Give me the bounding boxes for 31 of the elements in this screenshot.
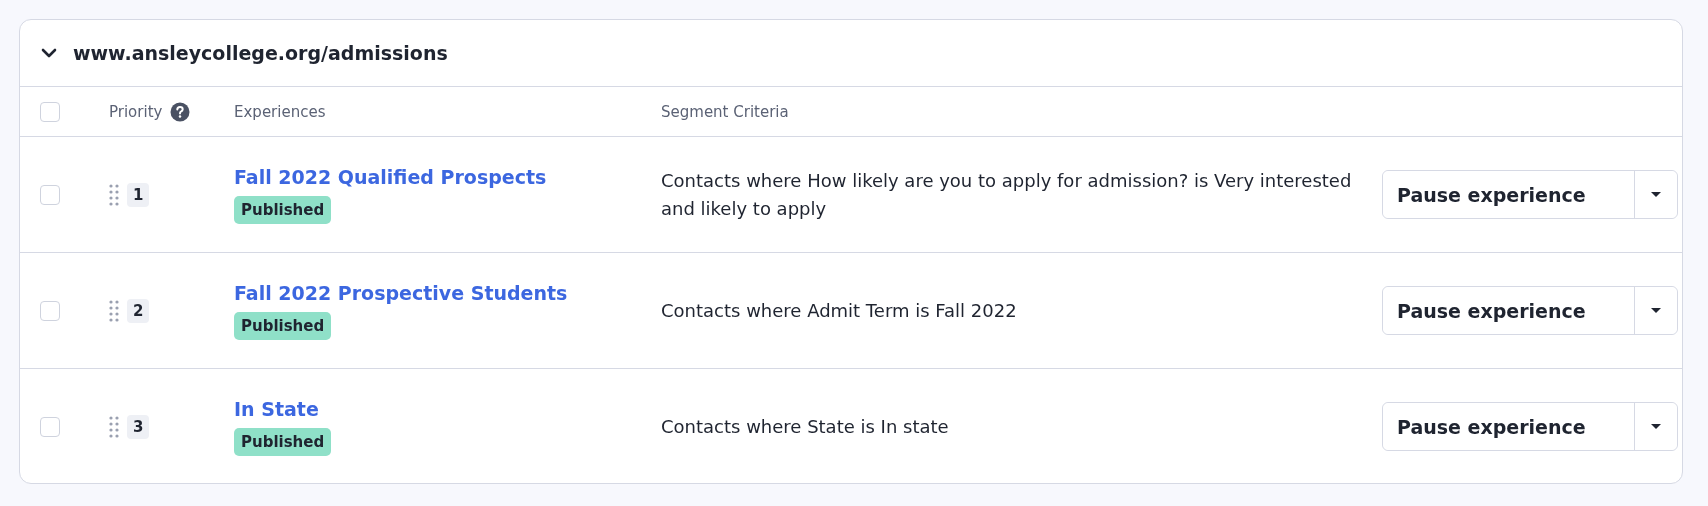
select-all-checkbox[interactable] [40,101,60,122]
pause-experience-button[interactable]: Pause experience [1383,403,1635,450]
status-badge: Published [234,195,332,224]
row-checkbox[interactable] [40,300,60,321]
priority-badge: 2 [127,298,150,323]
drag-handle-icon[interactable] [109,299,119,322]
column-header: Experiences [234,103,326,121]
caret-icon [1650,307,1662,314]
row-checkbox[interactable] [40,416,60,437]
status-badge: Published [234,427,332,456]
segment-criteria: Contacts where Admit Term is Fall 2022 [661,299,1017,321]
column-header: Priority [109,102,163,121]
segment-criteria: Contacts where State is In state [661,415,949,437]
segment-criteria: Contacts where How likely are you to apply for admission? is Very interested and likely to apply [661,169,1352,219]
drag-handle-icon[interactable] [109,415,119,438]
chevron-icon[interactable] [41,48,57,58]
status-badge: Published [234,311,332,340]
group-title: www.ansleycollege.org/admissions [73,42,448,64]
priority-badge: 3 [127,414,150,439]
caret-icon [1650,191,1662,198]
column-header: Segment Criteria [661,103,789,121]
help-icon[interactable] [170,101,191,122]
priority-badge: 1 [127,182,150,207]
drag-handle-icon[interactable] [109,183,119,206]
experience-link[interactable]: In State [234,397,319,420]
pause-experience-button[interactable]: Pause experience [1383,171,1635,218]
pause-experience-button[interactable]: Pause experience [1383,287,1635,334]
caret-icon [1650,423,1662,430]
row-checkbox[interactable] [40,184,60,205]
experience-link[interactable]: Fall 2022 Qualified Prospects [234,165,547,188]
experience-link[interactable]: Fall 2022 Prospective Students [234,281,568,304]
